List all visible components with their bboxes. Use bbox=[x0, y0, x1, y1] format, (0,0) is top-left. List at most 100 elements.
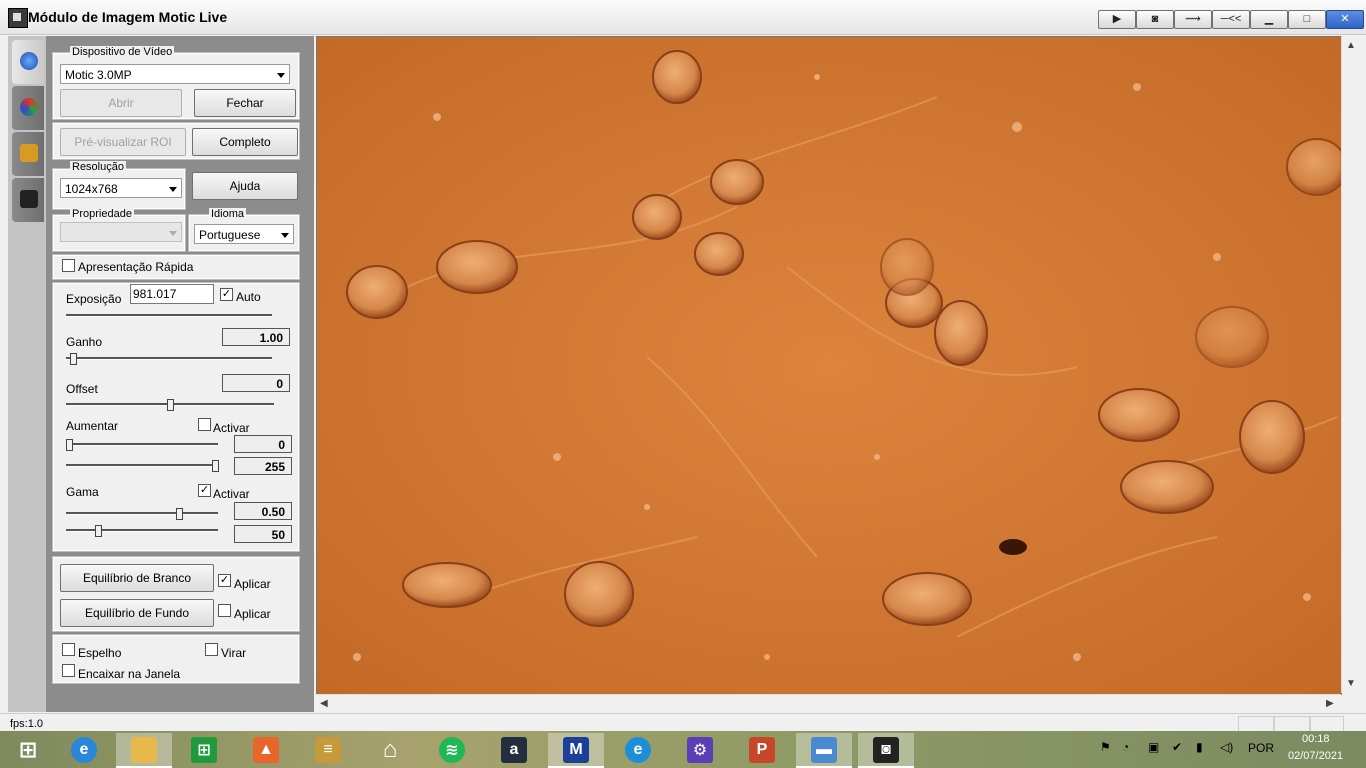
property-label: Propriedade bbox=[70, 208, 134, 220]
close-button[interactable]: ✕ bbox=[1326, 10, 1364, 29]
boost-activate-checkbox[interactable] bbox=[198, 418, 211, 431]
update-icon[interactable]: ◔ bbox=[1122, 740, 1129, 754]
vertical-scrollbar[interactable]: ▲ ▼ bbox=[1341, 36, 1359, 693]
microscope-image bbox=[317, 37, 1341, 694]
taskbar-explorer[interactable] bbox=[116, 733, 172, 768]
open-button[interactable]: Abrir bbox=[60, 89, 182, 117]
tools-icon bbox=[20, 144, 38, 162]
taskbar-documents[interactable]: ≡ bbox=[300, 733, 356, 766]
maximize-button[interactable]: □ bbox=[1288, 10, 1326, 29]
clock-time[interactable]: 00:18 bbox=[1302, 733, 1330, 745]
chevron-down-icon bbox=[277, 73, 285, 78]
measure-icon[interactable]: ⟿ bbox=[1174, 10, 1212, 29]
security-icon[interactable]: ✔ bbox=[1172, 740, 1182, 754]
quick-display-checkbox[interactable] bbox=[62, 259, 75, 272]
mirror-checkbox[interactable] bbox=[62, 643, 75, 656]
taskbar-powerpoint[interactable]: P bbox=[734, 733, 790, 766]
gamma-slider-2-thumb[interactable] bbox=[95, 525, 102, 537]
resolution-select[interactable]: 1024x768 bbox=[60, 178, 182, 198]
minimize-button[interactable]: ▁ bbox=[1250, 10, 1288, 29]
gain-value: 1.00 bbox=[222, 328, 290, 346]
language-label: Idioma bbox=[209, 208, 247, 220]
device-select[interactable]: Motic 3.0MP bbox=[60, 64, 290, 84]
background-apply-checkbox[interactable] bbox=[218, 604, 231, 617]
control-panel: Dispositivo de Vídeo Motic 3.0MP Abrir F… bbox=[46, 36, 314, 712]
gain-slider-thumb[interactable] bbox=[70, 353, 77, 365]
exposure-input[interactable]: 981.017 bbox=[130, 284, 214, 304]
boost-activate-label: Activar bbox=[213, 421, 250, 435]
volume-icon[interactable]: ◁) bbox=[1220, 740, 1233, 754]
scroll-down-icon[interactable]: ▼ bbox=[1346, 678, 1356, 689]
chevron-down-icon bbox=[169, 231, 177, 236]
property-select[interactable] bbox=[60, 222, 182, 242]
gamma-slider-thumb[interactable] bbox=[176, 508, 183, 520]
home-icon: ⌂ bbox=[382, 735, 398, 763]
preview-roi-button[interactable]: Pré-visualizar ROI bbox=[60, 128, 186, 156]
gamma-label: Gama bbox=[66, 485, 99, 499]
gain-slider[interactable] bbox=[66, 357, 272, 360]
help-button[interactable]: Ajuda bbox=[192, 172, 298, 200]
collapse-left-icon[interactable]: ─<< bbox=[1212, 10, 1250, 29]
tab-camera[interactable] bbox=[12, 178, 44, 222]
taskbar-spotify[interactable]: ≋ bbox=[424, 733, 480, 766]
taskbar-amazon[interactable]: a bbox=[486, 733, 542, 766]
gamma-slider-2[interactable] bbox=[66, 529, 218, 532]
status-panel-1 bbox=[1238, 716, 1274, 732]
network-icon[interactable]: ▣ bbox=[1148, 740, 1159, 754]
flip-checkbox[interactable] bbox=[205, 643, 218, 656]
boost-high-slider-thumb[interactable] bbox=[212, 460, 219, 472]
language-indicator[interactable]: POR bbox=[1248, 741, 1274, 755]
gamma-slider[interactable] bbox=[66, 512, 218, 515]
taskbar-motic[interactable]: M bbox=[548, 733, 604, 768]
amazon-icon: a bbox=[501, 736, 527, 763]
tab-tools[interactable] bbox=[12, 132, 44, 176]
white-balance-button[interactable]: Equilíbrio de Branco bbox=[60, 564, 214, 592]
photos-icon: ▲ bbox=[253, 736, 279, 763]
background-balance-button[interactable]: Equilíbrio de Fundo bbox=[60, 599, 214, 627]
taskbar-image-viewer[interactable]: ▬ bbox=[796, 733, 852, 768]
spotify-icon: ≋ bbox=[439, 736, 465, 763]
taskbar-ie[interactable]: e bbox=[56, 733, 112, 766]
flag-icon[interactable]: ⚑ bbox=[1100, 740, 1111, 754]
camera-capture-icon[interactable]: ◙ bbox=[1136, 10, 1174, 29]
close-device-button[interactable]: Fechar bbox=[194, 89, 296, 117]
auto-exposure-checkbox[interactable]: ✓ bbox=[220, 288, 233, 301]
taskbar-motic-live[interactable]: ◙ bbox=[858, 733, 914, 768]
status-panel-2 bbox=[1274, 716, 1310, 732]
battery-icon[interactable]: ▮ bbox=[1196, 740, 1203, 754]
scroll-up-icon[interactable]: ▲ bbox=[1346, 40, 1356, 51]
taskbar-home[interactable]: ⌂ bbox=[362, 733, 418, 766]
scroll-right-icon[interactable]: ▶ bbox=[1326, 698, 1334, 709]
exposure-slider[interactable] bbox=[66, 314, 272, 317]
tab-capture[interactable] bbox=[12, 40, 44, 84]
motic-live-icon: ◙ bbox=[873, 736, 899, 763]
live-image-view[interactable] bbox=[316, 36, 1342, 695]
auto-label: Auto bbox=[236, 290, 261, 304]
start-button[interactable]: ⊞ bbox=[0, 733, 56, 766]
offset-slider-thumb[interactable] bbox=[167, 399, 174, 411]
tab-color[interactable] bbox=[12, 86, 44, 130]
taskbar-settings[interactable]: ⚙ bbox=[672, 733, 728, 766]
taskbar-photos[interactable]: ▲ bbox=[238, 733, 294, 766]
documents-icon: ≡ bbox=[315, 736, 341, 763]
fit-window-checkbox[interactable] bbox=[62, 664, 75, 677]
boost-high-slider[interactable] bbox=[66, 464, 218, 467]
clock-date[interactable]: 02/07/2021 bbox=[1288, 750, 1343, 762]
taskbar-store[interactable]: ⊞ bbox=[176, 733, 232, 766]
title-bar: Módulo de Imagem Motic Live ▶ ◙ ⟿ ─<< ▁ … bbox=[0, 0, 1366, 35]
full-button[interactable]: Completo bbox=[192, 128, 298, 156]
window-title: Módulo de Imagem Motic Live bbox=[28, 9, 228, 25]
language-select[interactable]: Portuguese bbox=[194, 224, 294, 244]
gamma-activate-checkbox[interactable]: ✓ bbox=[198, 484, 211, 497]
gamma-value: 0.50 bbox=[234, 502, 292, 520]
boost-low-slider-thumb[interactable] bbox=[66, 439, 73, 451]
white-apply-checkbox[interactable]: ✓ bbox=[218, 574, 231, 587]
taskbar-edge[interactable]: e bbox=[610, 733, 666, 766]
boost-low-value: 0 bbox=[234, 435, 292, 453]
offset-label: Offset bbox=[66, 382, 98, 396]
taskbar: ⊞ e ⊞ ▲ ≡ ⌂ ≋ a M e ⚙ P ▬ ◙ ⚑ ◔ ▣ ✔ ▮ ◁)… bbox=[0, 731, 1366, 768]
horizontal-scrollbar[interactable]: ◀ ▶ bbox=[316, 694, 1341, 712]
play-button[interactable]: ▶ bbox=[1098, 10, 1136, 29]
scroll-left-icon[interactable]: ◀ bbox=[320, 698, 328, 709]
boost-low-slider[interactable] bbox=[66, 443, 218, 446]
